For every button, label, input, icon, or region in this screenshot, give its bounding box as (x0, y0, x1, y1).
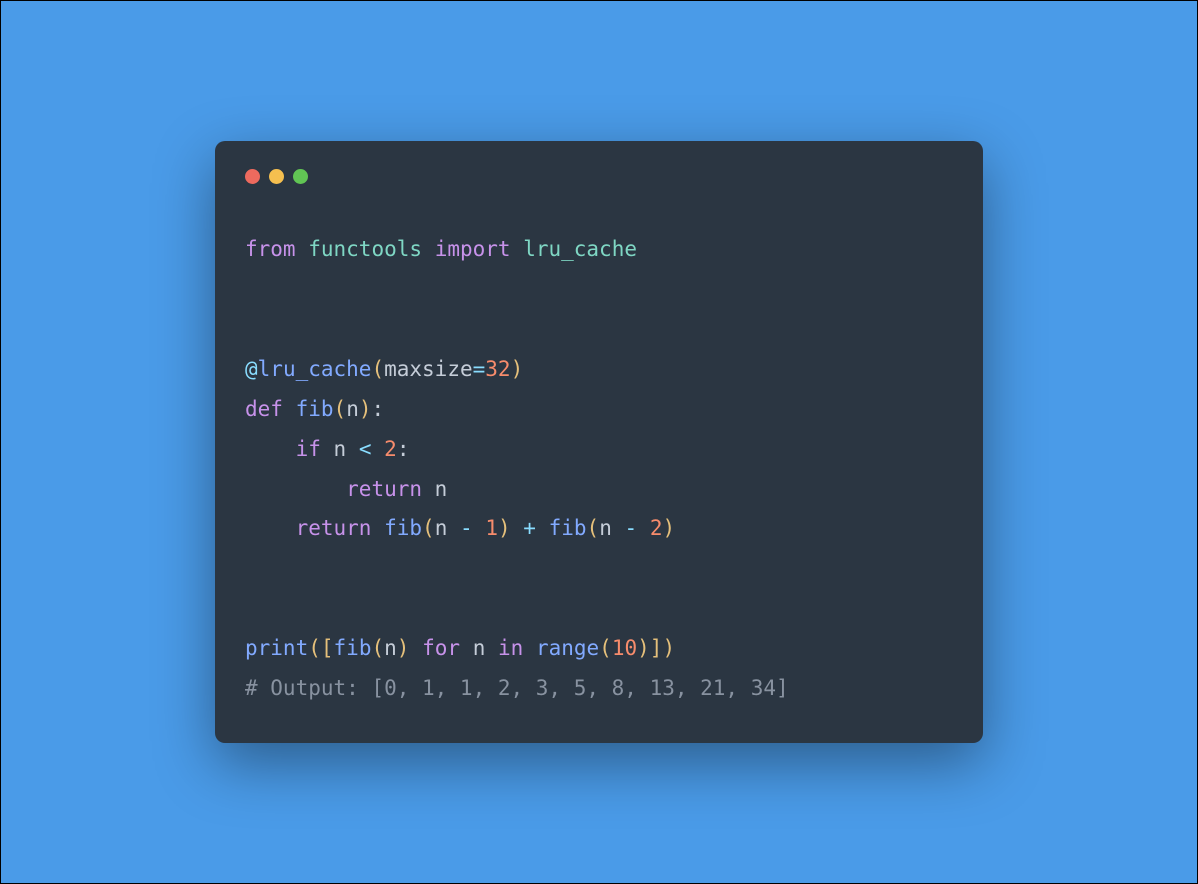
paren-close: ) (359, 397, 372, 421)
var-n: n (384, 636, 397, 660)
arg-maxsize: maxsize (384, 357, 473, 381)
keyword-def: def (245, 397, 283, 421)
param-n: n (346, 397, 359, 421)
bracket-open: [ (321, 636, 334, 660)
decorator-at: @ (245, 357, 258, 381)
call-range: range (536, 636, 599, 660)
keyword-in: in (498, 636, 523, 660)
code-window: from functools import lru_cache @lru_cac… (215, 141, 983, 743)
keyword-import: import (435, 237, 511, 261)
number-2: 2 (384, 437, 397, 461)
var-n: n (473, 636, 486, 660)
minus-op: - (460, 516, 473, 540)
paren-open: ( (371, 636, 384, 660)
number-1: 1 (485, 516, 498, 540)
number-32: 32 (485, 357, 510, 381)
paren-close: ) (662, 636, 675, 660)
decorator-name: lru_cache (258, 357, 372, 381)
call-fib: fib (334, 636, 372, 660)
call-fib: fib (549, 516, 587, 540)
titlebar (245, 169, 953, 184)
number-10: 10 (612, 636, 637, 660)
colon: : (397, 437, 410, 461)
equals-op: = (473, 357, 486, 381)
paren-close: ) (397, 636, 410, 660)
paren-close: ) (662, 516, 675, 540)
paren-open: ( (599, 636, 612, 660)
paren-open: ( (334, 397, 347, 421)
comment-output: # Output: [0, 1, 1, 2, 3, 5, 8, 13, 21, … (245, 676, 789, 700)
var-n: n (435, 477, 448, 501)
name-lru-cache: lru_cache (523, 237, 637, 261)
lt-op: < (359, 437, 372, 461)
module-functools: functools (308, 237, 422, 261)
paren-open: ( (308, 636, 321, 660)
var-n: n (334, 437, 347, 461)
keyword-return: return (346, 477, 422, 501)
function-fib-def: fib (296, 397, 334, 421)
keyword-for: for (422, 636, 460, 660)
plus-op: + (523, 516, 536, 540)
paren-close: ) (498, 516, 511, 540)
paren-close: ) (637, 636, 650, 660)
minimize-icon[interactable] (269, 169, 284, 184)
zoom-icon[interactable] (293, 169, 308, 184)
code-block: from functools import lru_cache @lru_cac… (245, 230, 953, 709)
call-fib: fib (384, 516, 422, 540)
close-icon[interactable] (245, 169, 260, 184)
paren-open: ( (422, 516, 435, 540)
number-2: 2 (650, 516, 663, 540)
paren-open: ( (371, 357, 384, 381)
minus-op: - (625, 516, 638, 540)
paren-close: ) (511, 357, 524, 381)
colon: : (372, 397, 385, 421)
keyword-from: from (245, 237, 296, 261)
call-print: print (245, 636, 308, 660)
bracket-close: ] (650, 636, 663, 660)
paren-open: ( (587, 516, 600, 540)
keyword-return: return (296, 516, 372, 540)
var-n: n (599, 516, 612, 540)
var-n: n (435, 516, 448, 540)
keyword-if: if (296, 437, 321, 461)
